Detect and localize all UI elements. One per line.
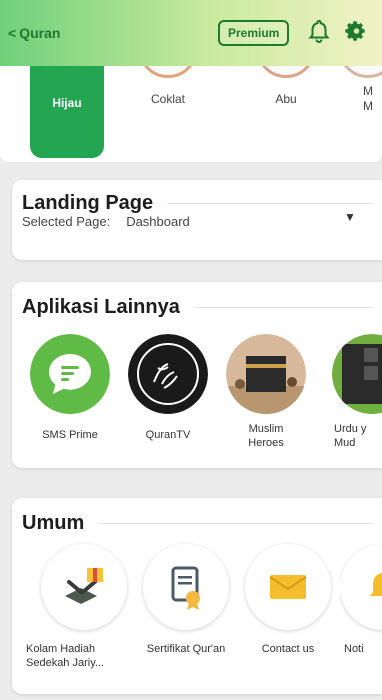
app-label: Urdu y Mud	[334, 423, 367, 449]
selected-page-label: Selected Page:	[22, 214, 111, 229]
app-label: SMS Prime	[42, 429, 98, 441]
card-title: Landing Page	[22, 192, 154, 214]
app-label: Muslim Heroes	[248, 423, 284, 449]
notification-icon	[340, 544, 382, 630]
app-urdu[interactable]: Urdu y Mud	[324, 334, 382, 450]
menu-label: Sertifikat Qur'an	[146, 643, 226, 655]
app-muslim-heroes[interactable]: Muslim Heroes	[226, 334, 306, 450]
bell-icon[interactable]	[306, 18, 332, 44]
quran-tv-icon	[128, 334, 208, 414]
selected-page-row[interactable]: Selected Page: Dashboard	[22, 214, 190, 229]
theme-selector: Hijau Coklat Abu M M	[0, 50, 382, 162]
other-apps-heading: Aplikasi Lainnya	[22, 296, 372, 319]
muslim-heroes-icon	[226, 334, 306, 414]
general-card: Umum Kolam Hadiah Sedekah Jariy... Serti…	[12, 498, 382, 694]
landing-page-heading: Landing Page	[22, 192, 372, 215]
app-sms-prime[interactable]: SMS Prime	[30, 334, 110, 442]
gear-icon[interactable]	[344, 20, 366, 42]
menu-label: Noti	[344, 643, 364, 655]
menu-label: Contact us	[261, 643, 315, 655]
other-apps-card: Aplikasi Lainnya SMS Prime QuranTV Musli…	[12, 282, 382, 468]
theme-label: Abu	[275, 92, 297, 106]
app-label: QuranTV	[145, 429, 191, 441]
divider	[98, 523, 372, 524]
urdu-app-icon	[332, 334, 382, 414]
theme-label: Hijau	[52, 96, 82, 110]
dropdown-arrow-icon[interactable]: ▼	[344, 210, 356, 224]
divider	[167, 203, 372, 204]
certificate-icon	[143, 544, 229, 630]
notification-item[interactable]: Noti	[340, 544, 382, 656]
menu-label: Kolam Hadiah Sedekah Jariy...	[26, 643, 105, 669]
theme-label: M M	[363, 84, 373, 113]
app-header: < Quran Premium	[0, 0, 382, 66]
sms-prime-icon	[30, 334, 110, 414]
app-quran-tv[interactable]: QuranTV	[128, 334, 208, 442]
premium-button[interactable]: Premium	[218, 20, 290, 46]
theme-option-hijau[interactable]: Hijau	[30, 50, 104, 158]
card-title: Aplikasi Lainnya	[22, 296, 180, 318]
quran-gift-icon	[41, 544, 127, 630]
back-button[interactable]: < Quran	[8, 22, 60, 44]
card-title: Umum	[22, 512, 85, 534]
certificate-item[interactable]: Sertifikat Qur'an	[136, 544, 236, 656]
theme-label: Coklat	[150, 92, 185, 106]
landing-page-card: Landing Page Selected Page: Dashboard ▼	[12, 180, 382, 260]
back-label: Quran	[19, 25, 61, 41]
selected-page-value[interactable]: Dashboard	[126, 214, 190, 229]
gift-sedekah-item[interactable]: Kolam Hadiah Sedekah Jariy...	[26, 544, 134, 670]
general-heading: Umum	[22, 512, 372, 535]
divider	[193, 307, 372, 308]
contact-us-item[interactable]: Contact us	[238, 544, 338, 656]
envelope-icon	[245, 544, 331, 630]
chevron-left-icon: <	[8, 25, 17, 41]
